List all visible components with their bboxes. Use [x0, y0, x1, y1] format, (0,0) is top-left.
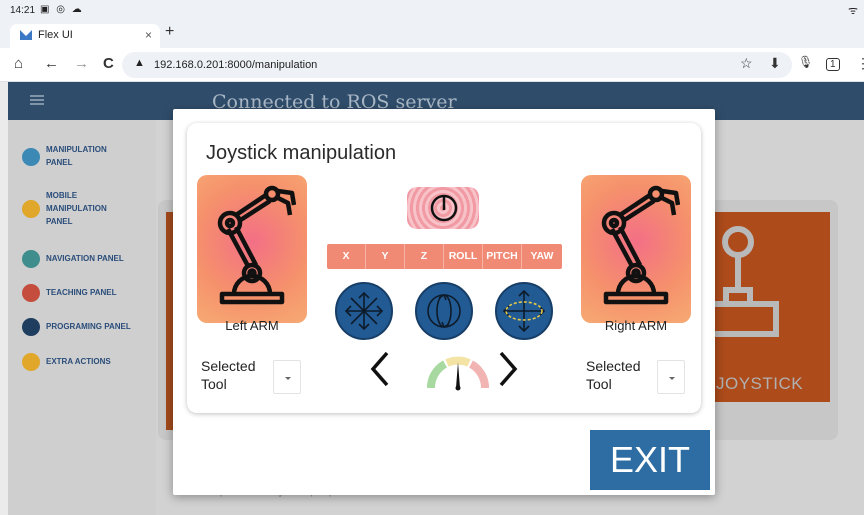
url-field[interactable]: ▲ 192.168.0.201:8000/manipulation: [122, 52, 792, 78]
joystick-tile-label: JOYSTICK: [716, 374, 804, 393]
translation-mode-button[interactable]: [335, 282, 393, 340]
right-tool-label: Selected Tool: [586, 358, 641, 393]
left-tool-select[interactable]: [273, 360, 301, 394]
sidebar-item-manipulation[interactable]: MANIPULATION PANEL: [22, 144, 107, 170]
status-time: 14:21: [10, 5, 36, 16]
axis-x-button[interactable]: X: [327, 244, 366, 269]
rotation-mode-icon: [427, 293, 461, 329]
sidebar-item-mobile-manipulation[interactable]: MOBILE MANIPULATION PANEL: [22, 190, 107, 228]
robot-arm-icon: [217, 185, 296, 305]
chevron-left-icon[interactable]: [369, 350, 391, 388]
status-icons: ▣ ◎ ☁: [40, 4, 84, 15]
sidebar-item-label: MANIPULATION PANEL: [46, 145, 107, 167]
home-icon[interactable]: ⌂: [14, 55, 23, 72]
power-icon: [430, 194, 458, 222]
axis-selector: X Y Z ROLL PITCH YAW: [327, 244, 562, 269]
new-tab-button[interactable]: +: [165, 23, 174, 41]
sidebar-item-extra-actions[interactable]: EXTRA ACTIONS: [22, 353, 111, 371]
sidebar-item-label: NAVIGATION PANEL: [46, 253, 124, 263]
reload-icon[interactable]: C: [103, 55, 114, 72]
chevron-right-icon[interactable]: [497, 350, 519, 388]
teaching-icon: [22, 284, 40, 302]
tab-close-icon[interactable]: ×: [145, 28, 152, 42]
navigation-icon: [22, 250, 40, 268]
sidebar-item-label: PROGRAMING PANEL: [46, 321, 131, 331]
url-text[interactable]: 192.168.0.201:8000/manipulation: [154, 59, 317, 71]
sidebar-item-programing[interactable]: PROGRAMING PANEL: [22, 318, 131, 336]
rotation-mode-button[interactable]: [415, 282, 473, 340]
programming-icon: [22, 318, 40, 336]
app-sidebar: MANIPULATION PANEL MOBILE MANIPULATION P…: [8, 120, 156, 515]
right-arm-button[interactable]: Right ARM: [581, 175, 691, 333]
tab-strip: Flex UI ×: [0, 22, 864, 48]
exit-button[interactable]: EXIT: [590, 430, 710, 490]
left-tool-label: Selected Tool: [201, 358, 256, 393]
left-arm-button[interactable]: Left ARM: [197, 175, 307, 333]
axis-pitch-button[interactable]: PITCH: [483, 244, 522, 269]
left-arm-label: Left ARM: [225, 318, 279, 333]
not-secure-icon[interactable]: ▲: [134, 57, 145, 69]
device-status-bar: 14:21 ▣ ◎ ☁ ᯤ: [0, 0, 864, 22]
right-arm-label: Right ARM: [604, 318, 668, 333]
wifi-icon: ᯤ: [847, 5, 858, 17]
microphone-icon[interactable]: 🎙: [798, 55, 813, 69]
tab-title: Flex UI: [38, 29, 73, 41]
download-icon[interactable]: ⬇: [769, 55, 781, 72]
browser-toolbar: ⌂ ← → C ▲ 192.168.0.201:8000/manipulatio…: [0, 48, 864, 82]
robot-arm-icon: [601, 185, 680, 305]
sidebar-item-label: TEACHING PANEL: [46, 287, 117, 297]
favicon-icon: [20, 30, 32, 40]
browser-menu-icon[interactable]: ⋮: [856, 55, 864, 72]
sidebar-item-label: EXTRA ACTIONS: [46, 356, 111, 366]
axis-y-button[interactable]: Y: [366, 244, 405, 269]
speed-gauge-icon: [426, 356, 490, 391]
hamburger-menu-icon[interactable]: [30, 95, 44, 105]
sidebar-item-label: MOBILE MANIPULATION PANEL: [46, 191, 107, 226]
tab-count-button[interactable]: 1: [826, 58, 840, 71]
sidebar-item-teaching[interactable]: TEACHING PANEL: [22, 284, 117, 302]
combined-mode-icon: [502, 289, 546, 333]
forward-icon[interactable]: →: [74, 55, 89, 72]
axis-roll-button[interactable]: ROLL: [444, 244, 483, 269]
translation-mode-icon: [344, 291, 384, 331]
modal-title: Joystick manipulation: [206, 142, 397, 164]
sidebar-item-navigation[interactable]: NAVIGATION PANEL: [22, 250, 124, 268]
mobile-icon: [22, 200, 40, 219]
right-tool-select[interactable]: [657, 360, 685, 394]
back-icon[interactable]: ←: [44, 55, 59, 72]
combined-mode-button[interactable]: [495, 282, 553, 340]
axis-yaw-button[interactable]: YAW: [522, 244, 562, 269]
manipulation-icon: [22, 147, 40, 166]
browser-tab[interactable]: Flex UI ×: [10, 24, 160, 48]
speed-needle: [456, 362, 460, 388]
joystick-panel: Joystick manipulation Left ARM Right ARM…: [187, 123, 701, 413]
power-button[interactable]: [407, 187, 479, 229]
bookmark-star-icon[interactable]: ☆: [740, 55, 753, 72]
joystick-modal: Joystick manipulation Left ARM Right ARM…: [173, 109, 715, 495]
extra-icon: [22, 353, 40, 371]
axis-z-button[interactable]: Z: [405, 244, 444, 269]
